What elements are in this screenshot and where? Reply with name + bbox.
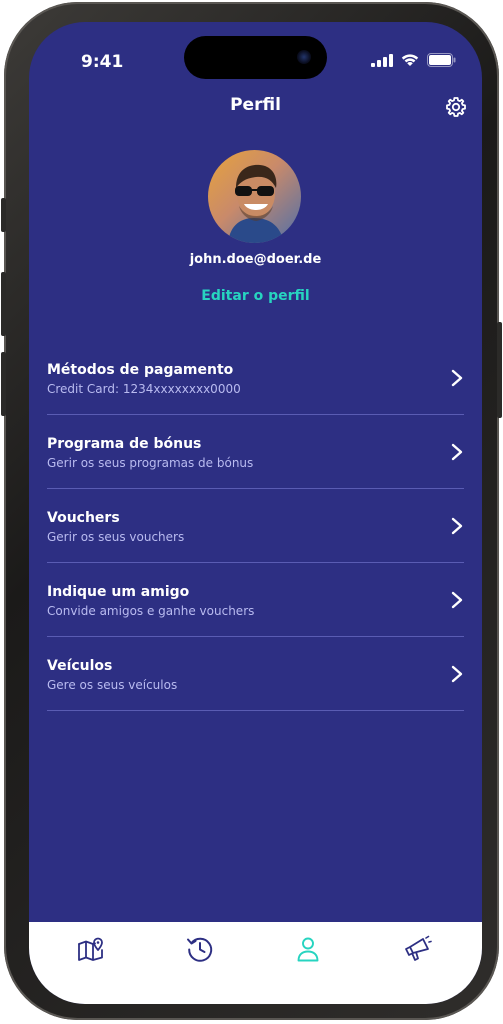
menu-item-subtitle: Convide amigos e ganhe vouchers xyxy=(47,604,255,618)
menu-item-vehicles[interactable]: Veículos Gere os seus veículos xyxy=(47,637,464,711)
chevron-right-icon xyxy=(451,369,463,387)
avatar xyxy=(208,150,301,243)
phone-frame: 9:41 Perfil john.doe@doer.de Editar o pe… xyxy=(1,2,502,1020)
volume-down-button xyxy=(1,352,6,416)
menu-item-title: Veículos xyxy=(47,658,113,674)
bottom-tab-bar xyxy=(29,922,482,1004)
megaphone-icon xyxy=(405,935,432,961)
profile-menu: Métodos de pagamento Credit Card: 1234xx… xyxy=(47,341,464,711)
volume-up-button xyxy=(1,272,6,336)
menu-item-title: Indique um amigo xyxy=(47,584,190,600)
status-time: 9:41 xyxy=(81,52,124,72)
menu-item-subtitle: Credit Card: 1234xxxxxxxx0000 xyxy=(47,382,241,396)
cellular-signal-icon xyxy=(371,53,393,67)
tab-history[interactable] xyxy=(185,934,215,964)
menu-item-subtitle: Gere os seus veículos xyxy=(47,678,178,692)
power-button xyxy=(497,322,502,418)
gear-icon xyxy=(446,97,466,117)
camera-icon xyxy=(297,50,311,64)
battery-icon xyxy=(427,53,456,67)
user-email: john.doe@doer.de xyxy=(189,252,322,267)
avatar-photo xyxy=(208,150,301,243)
menu-item-refer-friend[interactable]: Indique um amigo Convide amigos e ganhe … xyxy=(47,563,464,637)
menu-item-title: Métodos de pagamento xyxy=(47,362,234,378)
menu-item-payment-methods[interactable]: Métodos de pagamento Credit Card: 1234xx… xyxy=(47,341,464,415)
menu-item-subtitle: Gerir os seus programas de bónus xyxy=(47,456,254,470)
map-pin-icon xyxy=(78,937,103,961)
action-button xyxy=(1,198,6,232)
chevron-right-icon xyxy=(451,665,463,683)
chevron-right-icon xyxy=(451,591,463,609)
app-screen: 9:41 Perfil john.doe@doer.de Editar o pe… xyxy=(29,22,482,1004)
tab-profile[interactable] xyxy=(293,934,323,964)
menu-item-title: Programa de bónus xyxy=(47,436,202,452)
settings-button[interactable] xyxy=(444,95,468,119)
menu-item-vouchers[interactable]: Vouchers Gerir os seus vouchers xyxy=(47,489,464,563)
profile-icon xyxy=(297,937,319,962)
tab-promotions[interactable] xyxy=(402,934,432,964)
dynamic-island xyxy=(184,36,327,79)
menu-item-bonus-program[interactable]: Programa de bónus Gerir os seus programa… xyxy=(47,415,464,489)
page-title: Perfil xyxy=(230,95,281,115)
edit-profile-link[interactable]: Editar o perfil xyxy=(29,288,482,304)
status-bar: 9:41 xyxy=(29,22,482,98)
wifi-icon xyxy=(401,54,419,66)
chevron-right-icon xyxy=(451,517,463,535)
menu-item-title: Vouchers xyxy=(47,510,120,526)
history-icon xyxy=(187,937,213,962)
menu-item-subtitle: Gerir os seus vouchers xyxy=(47,530,185,544)
status-icons xyxy=(371,53,456,67)
tab-map[interactable] xyxy=(76,934,106,964)
chevron-right-icon xyxy=(451,443,463,461)
